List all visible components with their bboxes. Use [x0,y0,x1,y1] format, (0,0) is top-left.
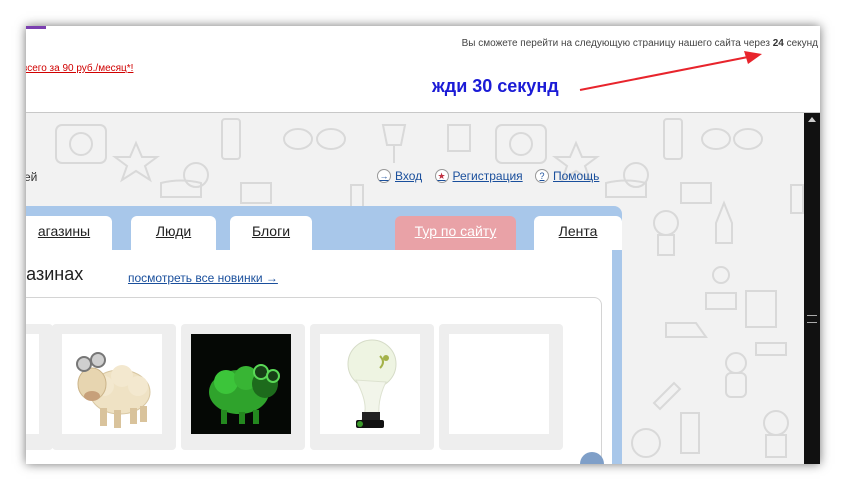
product-image [26,334,39,434]
user-greeting: ей [26,170,38,184]
header-links: → Вход ★ Регистрация ? Помощь [377,168,608,183]
tab-shops[interactable]: агазины [26,216,112,250]
content-tabs-panel: агазины Люди Блоги Тур по сайту Лента га… [26,206,622,464]
product-gallery [26,297,602,464]
product-image-empty [449,334,549,434]
timer-notice-panel: Вы сможете перейти на следующую страницу… [26,26,820,113]
annotation-arrow-icon [579,51,762,91]
tab-people-label: Люди [155,223,192,239]
register-link[interactable]: ★ Регистрация [434,169,523,183]
product-card[interactable] [310,324,434,450]
product-card[interactable] [26,324,53,450]
glowing-green-sheep-image [209,364,280,424]
tab-tour-label: Тур по сайту [414,223,497,239]
login-label: Вход [395,169,423,183]
login-arrow-icon: → [377,169,391,183]
product-card[interactable] [52,324,176,450]
white-figurine-image [347,339,397,428]
tab-site-tour[interactable]: Тур по сайту [395,216,516,250]
tab-feed-label: Лента [558,223,598,239]
tab-blogs[interactable]: Блоги [230,216,312,250]
product-image [191,334,291,434]
tab-feed[interactable]: Лента [534,216,622,250]
product-image [62,334,162,434]
help-link[interactable]: ? Помощь [535,169,599,183]
scroll-grip[interactable] [807,315,817,323]
star-icon: ★ [434,169,449,183]
view-all-new-link[interactable]: посмотреть все новинки → [128,271,278,285]
question-icon: ? [535,169,549,183]
vertical-scrollbar[interactable] [804,113,820,464]
register-label: Регистрация [452,169,523,183]
tab-content: газинах посмотреть все новинки → [26,250,612,464]
help-label: Помощь [553,169,600,183]
scroll-up-arrow-icon[interactable] [808,117,816,122]
login-link[interactable]: → Вход [377,169,422,183]
section-title: газинах [26,264,84,284]
product-card[interactable] [181,324,305,450]
tab-shops-label: агазины [37,223,91,239]
tab-blogs-label: Блоги [251,223,291,239]
product-image [320,334,420,434]
product-card[interactable] [439,324,563,450]
tab-people[interactable]: Люди [131,216,216,250]
website-page: ей → Вход ★ Регистрация ? Помощь агазины… [26,113,804,464]
screenshot-frame: Вы сможете перейти на следующую страницу… [26,26,820,464]
sheep-with-goggles-image [76,352,151,428]
